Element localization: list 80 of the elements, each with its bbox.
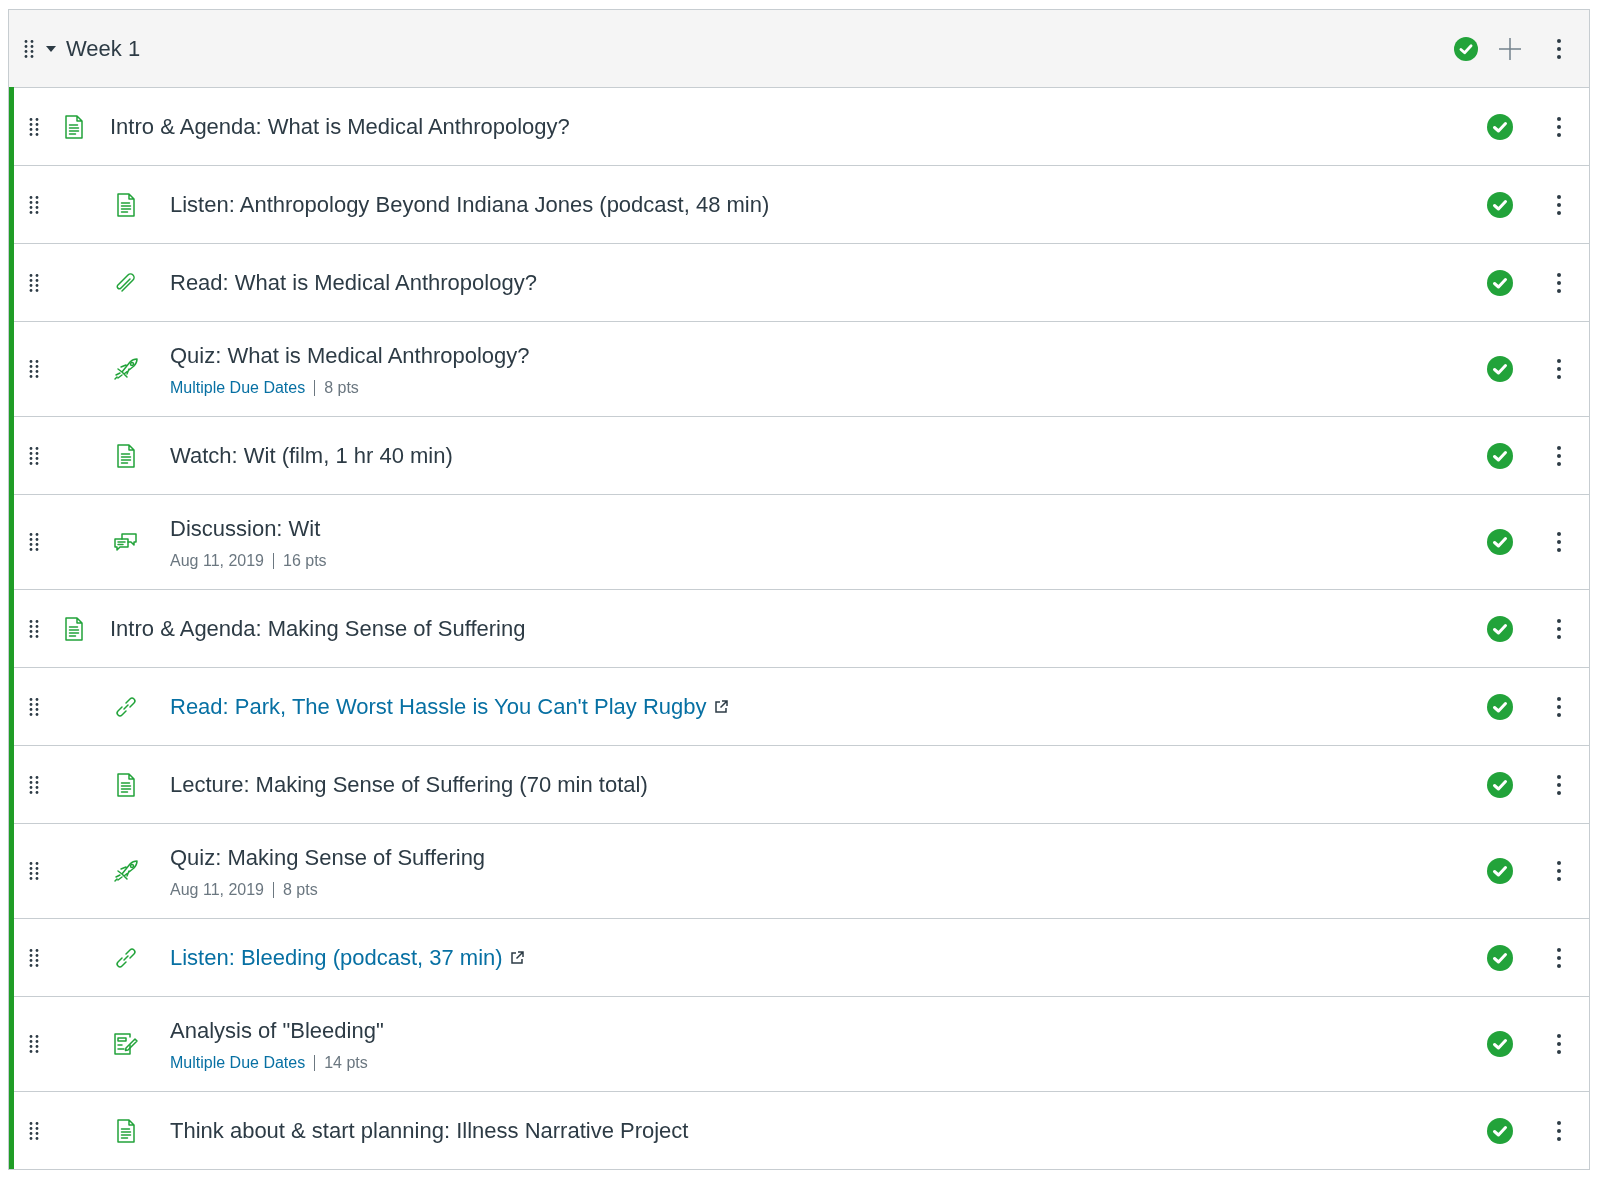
published-check-icon[interactable] <box>1487 615 1513 642</box>
document-icon <box>116 443 136 468</box>
more-options-icon[interactable] <box>1556 193 1562 216</box>
item-title[interactable]: Quiz: Making Sense of Suffering <box>170 840 486 874</box>
item-title[interactable]: Think about & start planning: Illness Narrative Project <box>170 1114 689 1147</box>
more-options-icon[interactable] <box>1556 444 1562 467</box>
paperclip-icon <box>114 270 138 295</box>
more-options-icon[interactable] <box>1556 617 1562 640</box>
item-title[interactable]: Lecture: Making Sense of Suffering (70 min total) <box>170 768 648 801</box>
document-icon <box>64 114 84 139</box>
drag-handle-icon[interactable] <box>29 861 39 881</box>
points-text: 16 pts <box>273 552 327 569</box>
drag-handle-icon[interactable] <box>29 1034 39 1054</box>
published-check-icon[interactable] <box>1454 36 1478 61</box>
published-check-icon[interactable] <box>1487 1117 1513 1144</box>
published-check-icon[interactable] <box>1487 356 1513 382</box>
due-date: Aug 11, 2019 <box>170 879 264 900</box>
item-title-link[interactable]: Read: Park, The Worst Hassle is You Can't Play Rugby <box>170 690 707 723</box>
published-check-icon[interactable] <box>1487 529 1513 555</box>
more-options-icon[interactable] <box>1556 115 1562 138</box>
chain-link-icon <box>114 694 138 719</box>
more-options-icon[interactable] <box>1556 271 1562 294</box>
assignment-icon <box>113 1032 139 1056</box>
drag-handle-icon[interactable] <box>29 696 39 717</box>
item-title[interactable]: Listen: Anthropology Beyond Indiana Jones (podcast, 48 min) <box>170 188 770 221</box>
collapse-caret-icon[interactable] <box>46 44 56 53</box>
chain-link-icon <box>114 945 138 970</box>
published-check-icon[interactable] <box>1487 944 1513 971</box>
drag-handle-icon[interactable] <box>24 38 34 59</box>
points-text: 8 pts <box>273 881 318 898</box>
item-title[interactable]: Quiz: What is Medical Anthropology? <box>170 338 530 372</box>
published-check-icon[interactable] <box>1487 442 1513 469</box>
more-options-icon[interactable] <box>1556 531 1562 553</box>
published-check-icon[interactable] <box>1487 113 1513 140</box>
more-options-icon[interactable] <box>1556 37 1562 60</box>
item-title[interactable]: Analysis of "Bleeding" <box>170 1013 384 1047</box>
item-title[interactable]: Intro & Agenda: What is Medical Anthropology? <box>110 110 570 143</box>
external-link-icon <box>714 700 728 713</box>
more-options-icon[interactable] <box>1556 860 1562 882</box>
drag-handle-icon[interactable] <box>29 1120 39 1141</box>
rocket-icon <box>113 859 139 883</box>
due-dates-link[interactable]: Multiple Due Dates <box>170 1050 306 1075</box>
more-options-icon[interactable] <box>1556 1119 1562 1142</box>
drag-handle-icon[interactable] <box>29 532 39 552</box>
more-options-icon[interactable] <box>1556 1033 1562 1055</box>
published-check-icon[interactable] <box>1487 771 1513 798</box>
item-title[interactable]: Watch: Wit (film, 1 hr 40 min) <box>170 439 453 472</box>
published-check-icon[interactable] <box>1487 1031 1513 1057</box>
document-icon <box>116 192 136 217</box>
due-dates-link[interactable]: Multiple Due Dates <box>170 375 306 400</box>
points-text: 14 pts <box>314 1054 368 1071</box>
published-check-icon[interactable] <box>1487 858 1513 884</box>
more-options-icon[interactable] <box>1556 695 1562 718</box>
item-title[interactable]: Discussion: Wit <box>170 511 321 545</box>
document-icon <box>64 616 84 641</box>
document-icon <box>116 1118 136 1143</box>
published-check-icon[interactable] <box>1487 191 1513 218</box>
published-check-icon[interactable] <box>1487 269 1513 296</box>
drag-handle-icon[interactable] <box>29 947 39 968</box>
drag-handle-icon[interactable] <box>29 445 39 466</box>
chat-bubbles-icon <box>113 530 139 554</box>
document-icon <box>116 772 136 797</box>
more-options-icon[interactable] <box>1556 773 1562 796</box>
item-title[interactable]: Read: What is Medical Anthropology? <box>170 266 537 299</box>
more-options-icon[interactable] <box>1556 946 1562 969</box>
external-link-icon <box>510 951 524 964</box>
more-options-icon[interactable] <box>1556 358 1562 380</box>
item-title-link[interactable]: Listen: Bleeding (podcast, 37 min) <box>170 941 503 974</box>
due-date: Aug 11, 2019 <box>170 550 264 571</box>
drag-handle-icon[interactable] <box>29 359 39 379</box>
module-title[interactable]: Week 1 <box>66 32 1454 65</box>
published-check-icon[interactable] <box>1487 693 1513 720</box>
points-text: 8 pts <box>314 379 359 396</box>
drag-handle-icon[interactable] <box>29 194 39 215</box>
drag-handle-icon[interactable] <box>29 272 39 293</box>
rocket-icon <box>113 357 139 381</box>
drag-handle-icon[interactable] <box>29 774 39 795</box>
drag-handle-icon[interactable] <box>29 116 39 137</box>
drag-handle-icon[interactable] <box>29 618 39 639</box>
item-title[interactable]: Intro & Agenda: Making Sense of Suffering <box>110 612 526 645</box>
